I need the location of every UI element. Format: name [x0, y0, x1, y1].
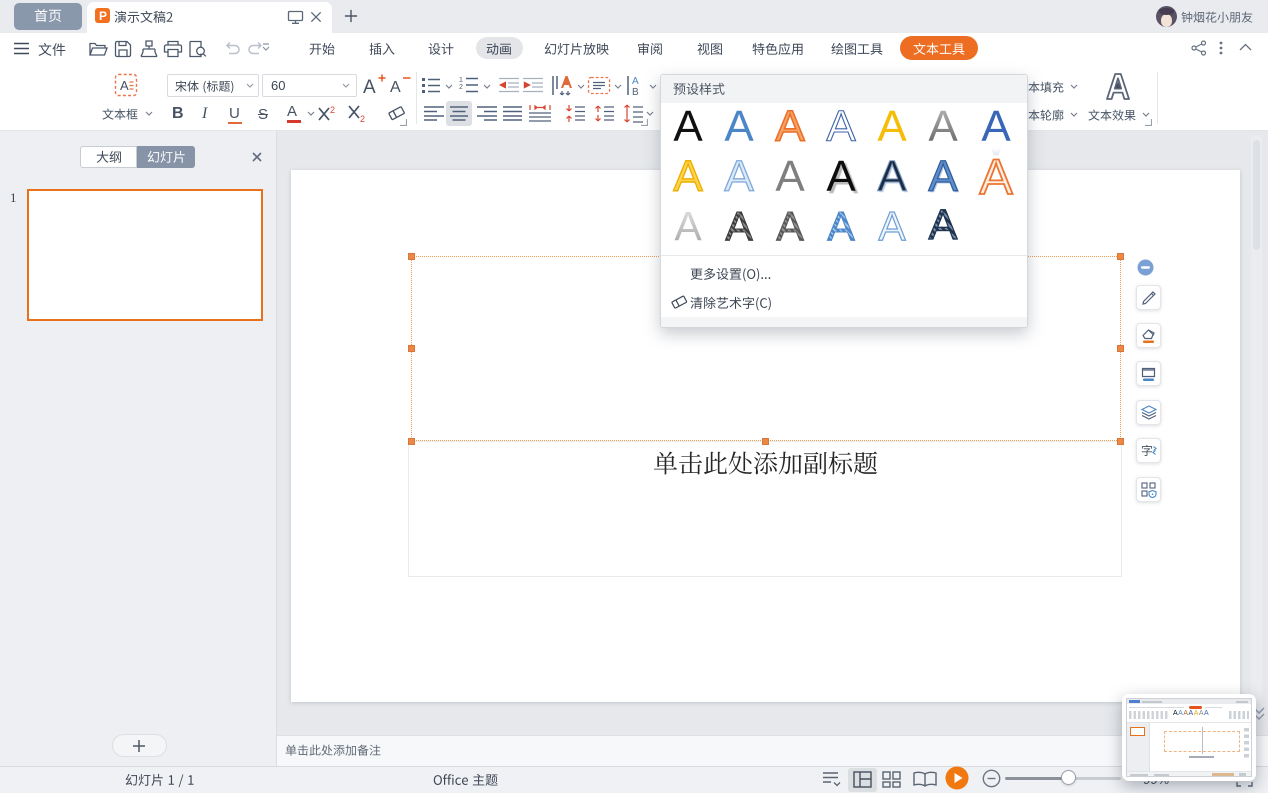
svg-text:A: A — [363, 77, 376, 97]
svg-text:2: 2 — [330, 105, 335, 115]
svg-text:2: 2 — [360, 114, 365, 123]
svg-text:1: 1 — [459, 77, 463, 84]
svg-text:2: 2 — [459, 84, 463, 91]
svg-text:A: A — [120, 78, 129, 93]
svg-text:A: A — [390, 79, 401, 96]
svg-text:A: A — [632, 76, 639, 87]
svg-text:B: B — [632, 87, 639, 97]
